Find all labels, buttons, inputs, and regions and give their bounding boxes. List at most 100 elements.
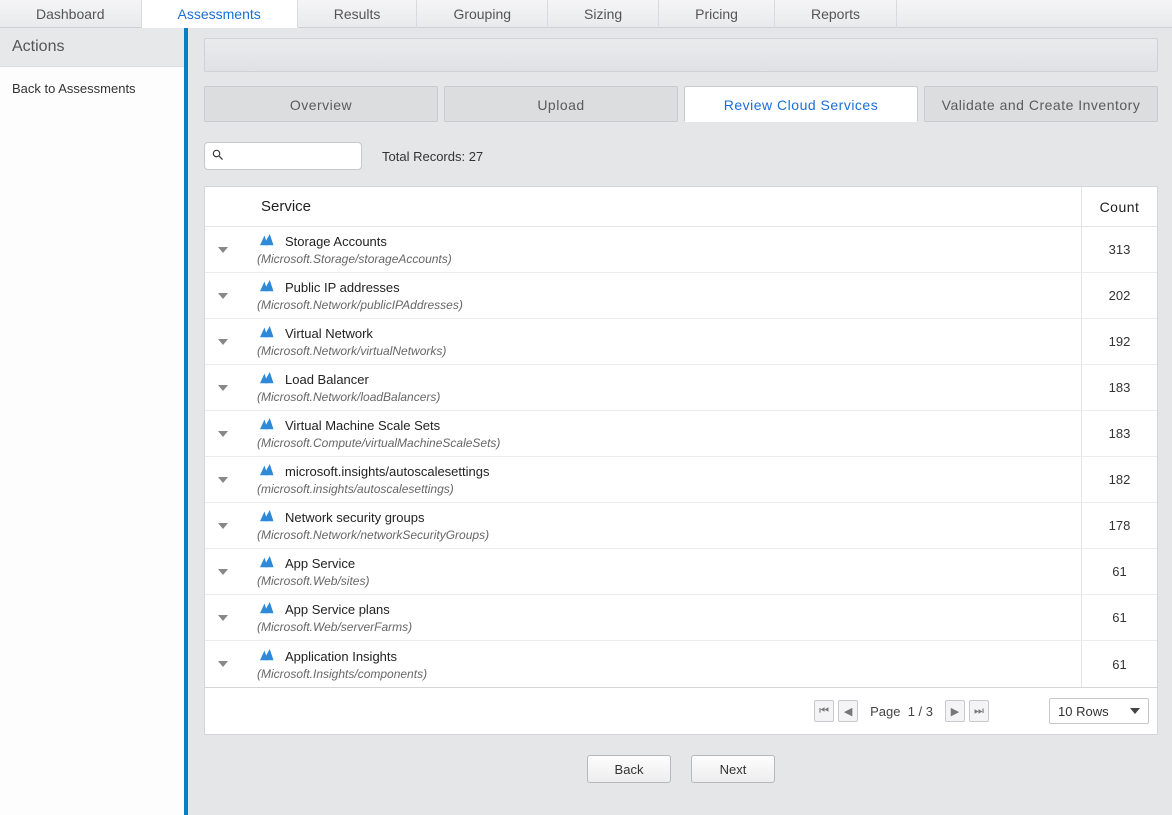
service-subtext: (Microsoft.Network/networkSecurityGroups…	[257, 526, 1081, 542]
subtab-validate-create-inventory[interactable]: Validate and Create Inventory	[924, 86, 1158, 122]
service-name: Public IP addresses	[285, 280, 400, 295]
table-row: Public IP addresses(Microsoft.Network/pu…	[205, 273, 1157, 319]
pager-prev-button[interactable]: ◀	[838, 700, 858, 722]
top-banner	[204, 38, 1158, 72]
tab-reports[interactable]: Reports	[775, 0, 897, 28]
service-subtext: (microsoft.insights/autoscalesettings)	[257, 480, 1081, 496]
count-cell: 61	[1081, 549, 1157, 594]
rows-per-page-select[interactable]: 10 Rows	[1049, 698, 1149, 724]
table-row: Virtual Network(Microsoft.Network/virtua…	[205, 319, 1157, 365]
service-cell: Storage Accounts(Microsoft.Storage/stora…	[241, 227, 1081, 272]
azure-icon	[257, 601, 275, 618]
services-table: Service Count Storage Accounts(Microsoft…	[204, 186, 1158, 688]
pager-first-button[interactable]: ⏮	[814, 700, 834, 722]
back-button[interactable]: Back	[587, 755, 671, 783]
service-cell: Public IP addresses(Microsoft.Network/pu…	[241, 273, 1081, 318]
search-input-wrapper[interactable]	[204, 142, 362, 170]
service-name: microsoft.insights/autoscalesettings	[285, 464, 489, 479]
tab-results[interactable]: Results	[298, 0, 418, 28]
count-cell: 182	[1081, 457, 1157, 502]
tab-pricing[interactable]: Pricing	[659, 0, 775, 28]
col-header-service[interactable]: Service	[205, 198, 1081, 215]
service-subtext: (Microsoft.Web/sites)	[257, 572, 1081, 588]
expand-row-button[interactable]	[218, 339, 228, 345]
table-header: Service Count	[205, 187, 1157, 227]
table-row: microsoft.insights/autoscalesettings(mic…	[205, 457, 1157, 503]
service-cell: App Service plans(Microsoft.Web/serverFa…	[241, 595, 1081, 640]
subtab-upload[interactable]: Upload	[444, 86, 678, 122]
count-cell: 61	[1081, 641, 1157, 687]
pager-last-button[interactable]: ⏭	[969, 700, 989, 722]
count-cell: 178	[1081, 503, 1157, 548]
table-row: App Service plans(Microsoft.Web/serverFa…	[205, 595, 1157, 641]
table-row: Virtual Machine Scale Sets(Microsoft.Com…	[205, 411, 1157, 457]
sidebar-header: Actions	[0, 28, 184, 67]
expand-row-button[interactable]	[218, 661, 228, 667]
azure-icon	[257, 463, 275, 480]
expand-row-button[interactable]	[218, 247, 228, 253]
azure-icon	[257, 648, 275, 665]
service-cell: Virtual Machine Scale Sets(Microsoft.Com…	[241, 411, 1081, 456]
footer-buttons: Back Next	[204, 735, 1158, 783]
count-cell: 313	[1081, 227, 1157, 272]
subtabs: Overview Upload Review Cloud Services Va…	[204, 86, 1158, 122]
chevron-down-icon	[1130, 708, 1140, 714]
subtab-review-cloud-services[interactable]: Review Cloud Services	[684, 86, 918, 122]
col-header-count[interactable]: Count	[1081, 187, 1157, 227]
azure-icon	[257, 509, 275, 526]
count-cell: 61	[1081, 595, 1157, 640]
next-button[interactable]: Next	[691, 755, 775, 783]
service-subtext: (Microsoft.Insights/components)	[257, 665, 1081, 681]
tab-sizing[interactable]: Sizing	[548, 0, 659, 28]
azure-icon	[257, 555, 275, 572]
top-tabs: Dashboard Assessments Results Grouping S…	[0, 0, 1172, 28]
count-cell: 183	[1081, 411, 1157, 456]
table-row: Application Insights(Microsoft.Insights/…	[205, 641, 1157, 687]
azure-icon	[257, 279, 275, 296]
service-cell: Application Insights(Microsoft.Insights/…	[241, 641, 1081, 687]
service-cell: Network security groups(Microsoft.Networ…	[241, 503, 1081, 548]
expand-row-button[interactable]	[218, 615, 228, 621]
table-row: Storage Accounts(Microsoft.Storage/stora…	[205, 227, 1157, 273]
azure-icon	[257, 417, 275, 434]
service-subtext: (Microsoft.Storage/storageAccounts)	[257, 250, 1081, 266]
count-cell: 202	[1081, 273, 1157, 318]
service-name: Storage Accounts	[285, 234, 387, 249]
tab-grouping[interactable]: Grouping	[417, 0, 548, 28]
service-subtext: (Microsoft.Compute/virtualMachineScaleSe…	[257, 434, 1081, 450]
expand-row-button[interactable]	[218, 477, 228, 483]
expand-row-button[interactable]	[218, 523, 228, 529]
sidebar: Actions Back to Assessments	[0, 28, 188, 815]
service-name: Load Balancer	[285, 372, 369, 387]
service-name: App Service plans	[285, 602, 390, 617]
expand-row-button[interactable]	[218, 431, 228, 437]
azure-icon	[257, 371, 275, 388]
subtab-overview[interactable]: Overview	[204, 86, 438, 122]
pager-page-label: Page 1 / 3	[870, 704, 933, 719]
table-row: Load Balancer(Microsoft.Network/loadBala…	[205, 365, 1157, 411]
expand-row-button[interactable]	[218, 385, 228, 391]
search-input[interactable]	[229, 148, 355, 165]
table-row: Network security groups(Microsoft.Networ…	[205, 503, 1157, 549]
service-cell: Load Balancer(Microsoft.Network/loadBala…	[241, 365, 1081, 410]
service-cell: microsoft.insights/autoscalesettings(mic…	[241, 457, 1081, 502]
main-content: Overview Upload Review Cloud Services Va…	[188, 28, 1172, 815]
count-cell: 192	[1081, 319, 1157, 364]
toolbar: Total Records: 27	[204, 142, 1158, 170]
pager: ⏮ ◀ Page 1 / 3 ▶ ⏭ 10 Rows	[204, 688, 1158, 735]
service-subtext: (Microsoft.Network/loadBalancers)	[257, 388, 1081, 404]
tab-dashboard[interactable]: Dashboard	[0, 0, 142, 28]
pager-next-button[interactable]: ▶	[945, 700, 965, 722]
total-records-label: Total Records: 27	[382, 149, 483, 164]
table-row: App Service(Microsoft.Web/sites)61	[205, 549, 1157, 595]
expand-row-button[interactable]	[218, 569, 228, 575]
service-cell: Virtual Network(Microsoft.Network/virtua…	[241, 319, 1081, 364]
tab-assessments[interactable]: Assessments	[142, 0, 298, 28]
expand-row-button[interactable]	[218, 293, 228, 299]
azure-icon	[257, 233, 275, 250]
back-to-assessments-link[interactable]: Back to Assessments	[0, 67, 184, 110]
service-subtext: (Microsoft.Network/virtualNetworks)	[257, 342, 1081, 358]
count-cell: 183	[1081, 365, 1157, 410]
azure-icon	[257, 325, 275, 342]
service-cell: App Service(Microsoft.Web/sites)	[241, 549, 1081, 594]
